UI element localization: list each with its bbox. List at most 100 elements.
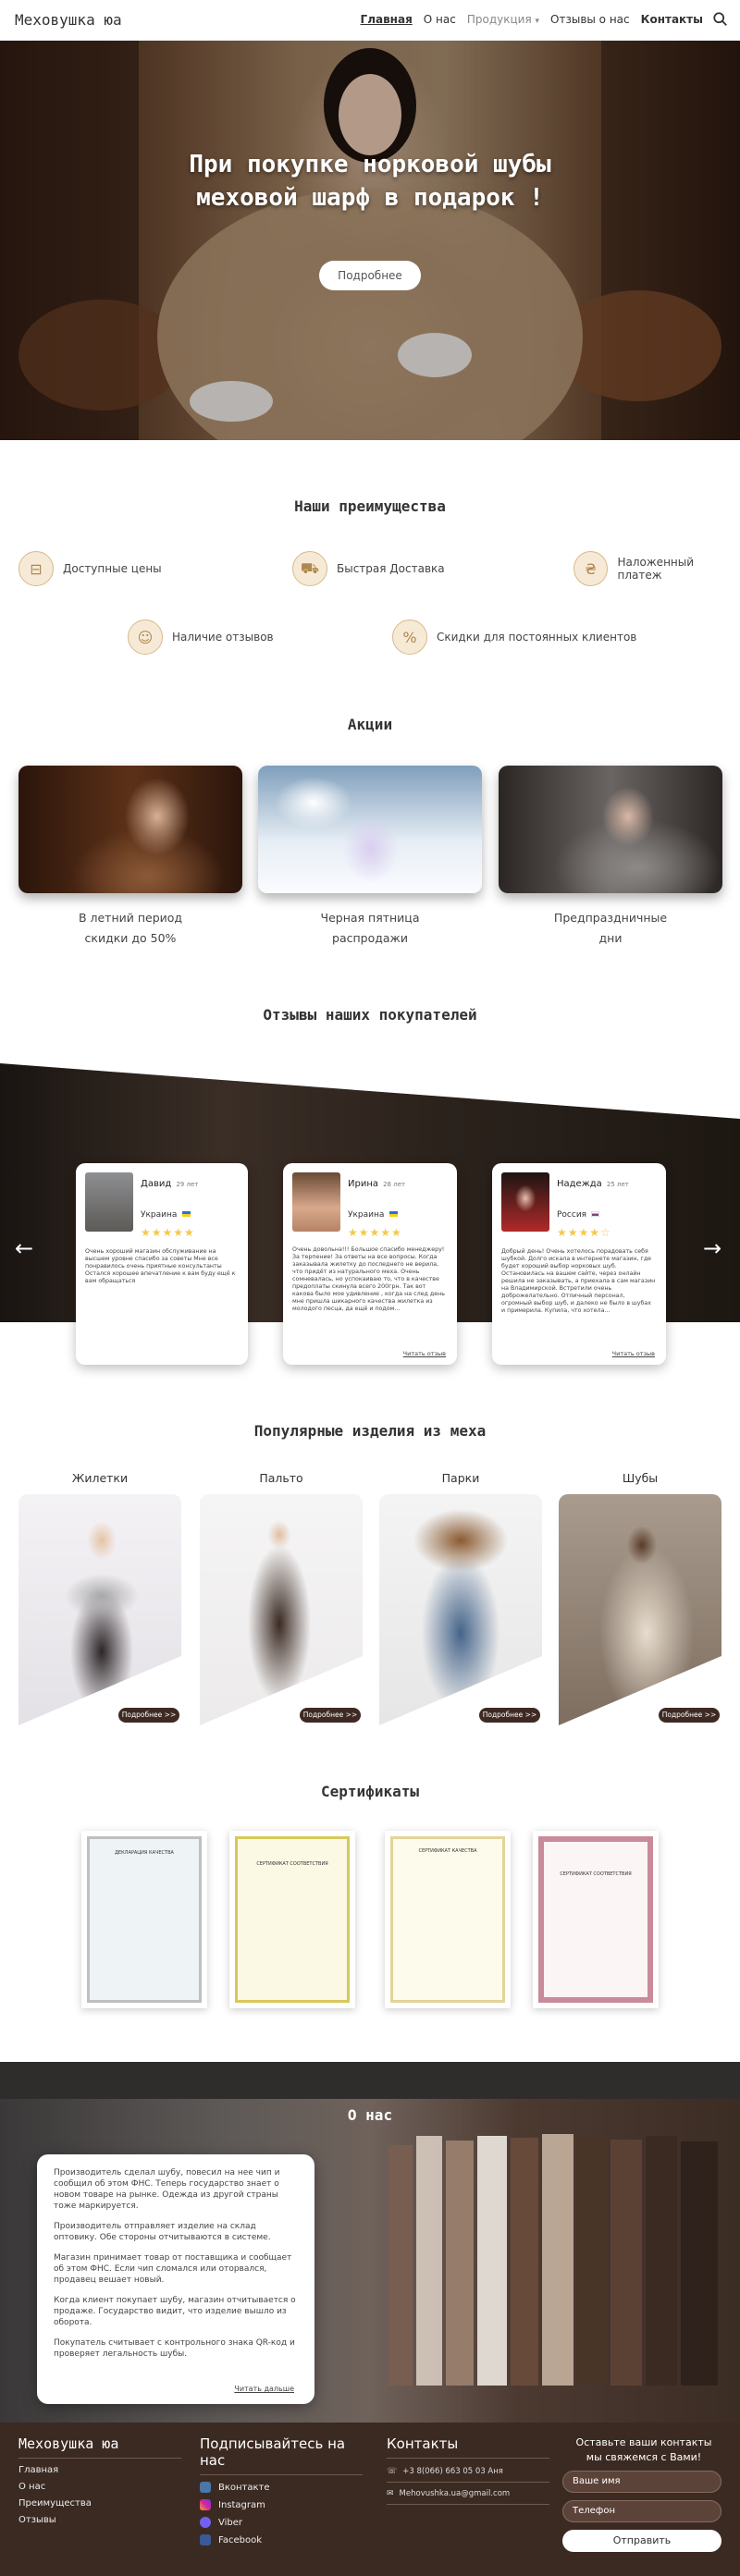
social-viber[interactable]: Viber [200,2517,363,2528]
promo-caption-line: скидки до 50% [84,931,177,945]
nav-reviews[interactable]: Отзывы о нас [550,13,630,26]
promo-summer-image[interactable] [18,766,242,893]
social-facebook[interactable]: Facebook [200,2534,363,2545]
nav-contacts[interactable]: Контакты [641,13,703,26]
search-icon[interactable] [712,11,729,28]
form-title-line-2: мы свяжемся с Вами! [586,2451,702,2463]
phone-icon: ☏ [387,2467,398,2476]
products-title: Популярные изделия из меха [253,1422,487,1440]
product-more-button[interactable]: Подробнее >> [659,1708,720,1723]
reviewer-avatar [501,1172,549,1232]
certificate[interactable]: ДЕКЛАРАЦИЯ КАЧЕСТВА [81,1831,207,2008]
advantage-label: Наложенный платеж [617,556,695,582]
advantage-item: % Скидки для постоянных клиентов [392,619,636,655]
product-parkas-image[interactable] [379,1494,542,1725]
product-coats-image[interactable] [200,1494,363,1725]
read-review-link[interactable]: Читать отзыв [403,1350,446,1357]
advantage-label: Скидки для постоянных клиентов [437,631,637,644]
arrow-right-icon[interactable]: → [703,1235,722,1261]
advantage-item: ₴ Наложенный платеж [574,551,740,586]
read-more-link[interactable]: Читать дальше [234,2385,294,2393]
certificate[interactable]: СЕРТИФИКАТ КАЧЕСТВА [385,1831,511,2008]
promo-caption-line: Черная пятница [320,911,420,925]
review-stars: ★★★★☆ [557,1226,611,1239]
about-paragraph: Производитель отправляет изделие на скла… [54,2222,271,2242]
promo-black-friday-image[interactable] [258,766,482,893]
about-paragraph: Покупатель считывает с контрольного знак… [54,2338,295,2359]
subscribe-title: Подписывайтесь на нас [200,2435,346,2469]
product-more-button[interactable]: Подробнее >> [300,1708,361,1723]
nav-products-label: Продукция [466,13,532,26]
promo-caption-line: дни [598,931,623,945]
review-stars: ★★★★★ [141,1226,195,1239]
advantage-item: ⊟ Доступные цены [18,551,162,586]
promo-holiday-image[interactable] [499,766,722,893]
promo-caption-line: распродажи [332,931,408,945]
product-category-label: Парки [441,1471,480,1485]
ukraine-flag-icon [388,1211,398,1217]
certificate[interactable]: СЕРТИФИКАТ СООТВЕТСТВИЯ [533,1831,659,2008]
reviewer-name: Ирина [348,1179,378,1189]
price-tag-icon: ⊟ [18,551,54,586]
hero-banner [0,41,740,440]
discount-percent-icon: % [392,619,427,655]
submit-button[interactable]: Отправить [562,2530,722,2552]
contact-phone[interactable]: ☏ +3 8(066) 663 05 03 Аня [387,2467,549,2476]
certificate-title: СЕРТИФИКАТ СООТВЕТСТВИЯ [256,1861,328,1867]
certificate[interactable]: СЕРТИФИКАТ СООТВЕТСТВИЯ [229,1831,355,2008]
promo-caption-line: Предпраздничные [553,911,668,925]
cash-on-delivery-icon: ₴ [574,551,609,586]
name-input[interactable]: Ваше имя [562,2471,722,2493]
advantages-title: Наши преимущества [294,497,446,515]
phone-number: +3 8(066) 663 05 03 Аня [402,2467,503,2476]
promotions-title: Акции [347,716,393,733]
footer-link[interactable]: О нас [18,2482,181,2492]
footer-link[interactable]: Отзывы [18,2515,181,2525]
product-more-button[interactable]: Подробнее >> [479,1708,540,1723]
social-vk[interactable]: Вконтакте [200,2482,363,2493]
footer-link[interactable]: Главная [18,2465,181,2475]
hero-title-line-1: При покупке норковой шубы [189,151,551,178]
review-card: Давид 29 лет Украина ★★★★★ Очень хороший… [76,1163,248,1365]
product-category-label: Пальто [259,1471,303,1485]
social-label: Facebook [218,2534,262,2545]
phone-input[interactable]: Телефон [562,2500,722,2522]
site-footer: Меховушка юа Главная О нас Преимущества … [0,2423,740,2576]
product-fur-coats-image[interactable] [559,1494,722,1725]
hero-more-button[interactable]: Подробнее [319,261,421,290]
arrow-left-icon[interactable]: ← [15,1235,33,1261]
certificate-title: ДЕКЛАРАЦИЯ КАЧЕСТВА [115,1850,174,1856]
footer-link[interactable]: Преимущества [18,2498,181,2509]
footer-divider [387,2458,549,2459]
advantage-item: ⛟ Быстрая Доставка [292,551,445,586]
nav-about[interactable]: О нас [424,13,456,26]
certificate-title: СЕРТИФИКАТ КАЧЕСТВА [418,1848,477,1854]
advantage-label: Доступные цены [63,562,162,575]
footer-divider [200,2474,363,2475]
social-instagram[interactable]: Instagram [200,2499,363,2510]
ukraine-flag-icon [181,1211,191,1217]
hero-title-line-2: меховой шарф в подарок ! [196,184,544,212]
product-category-label: Шубы [622,1471,659,1485]
reviewer-avatar [292,1172,340,1232]
reviewer-name: Надежда [557,1179,602,1189]
advantage-label: Быстрая Доставка [337,562,445,575]
review-text: Очень хороший магазин обслуживание на вы… [85,1248,236,1284]
promo-caption: Предпраздничные дни [499,908,722,949]
product-more-button[interactable]: Подробнее >> [118,1708,179,1723]
footer-logo[interactable]: Меховушка юа [18,2435,181,2452]
form-title-line-1: Оставьте ваши контакты [575,2436,712,2448]
promo-caption: Черная пятница распродажи [258,908,482,949]
footer-divider [18,2458,181,2459]
nav-home[interactable]: Главная [361,13,413,26]
nav-products[interactable]: Продукция ▾ [467,13,539,26]
chevron-down-icon: ▾ [535,17,540,26]
about-card: Производитель сделал шубу, повесил на не… [37,2154,314,2404]
about-title: О нас [347,2106,393,2124]
russia-flag-icon [591,1211,600,1217]
read-review-link[interactable]: Читать отзыв [612,1350,655,1357]
contact-email[interactable]: ✉ Mehovushka.ua@gmail.com [387,2489,549,2498]
logo[interactable]: Меховушка юа [15,11,122,29]
product-vests-image[interactable] [18,1494,181,1725]
hero-title: При покупке норковой шубы меховой шарф в… [0,148,740,215]
